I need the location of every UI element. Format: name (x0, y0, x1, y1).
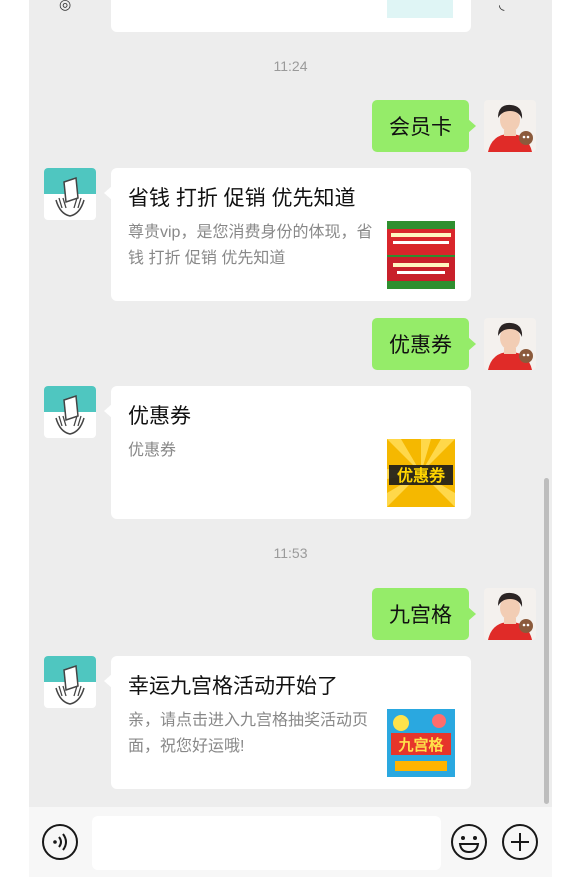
avatar[interactable] (484, 318, 536, 370)
card-description: 尊贵vip，是您消费身份的体现，省钱 打折 促销 优先知道 (128, 224, 373, 267)
avatar[interactable] (44, 168, 96, 220)
card-thumbnail (387, 221, 455, 289)
shop-avatar-icon (44, 656, 96, 708)
strip-icon: ◎ (59, 0, 72, 12)
chat-area[interactable]: ◎ ▯ ▯ ◟ 11:24 会员卡 省钱 打折 促销 (29, 0, 552, 807)
card-title: 省钱 打折 促销 优先知道 (128, 187, 356, 210)
coupon-logo-icon: 优惠券 (387, 439, 455, 507)
previous-card-thumb (387, 0, 453, 18)
avatar[interactable] (484, 100, 536, 152)
sent-bubble[interactable]: 九宫格 (372, 588, 476, 640)
avatar[interactable] (44, 656, 96, 708)
avatar[interactable] (484, 588, 536, 640)
coupon-logo-text: 优惠券 (397, 466, 446, 485)
avatar[interactable] (44, 386, 96, 438)
user-avatar-icon (484, 318, 536, 370)
more-button[interactable] (501, 823, 539, 861)
input-bar (29, 807, 552, 877)
emoji-button[interactable] (450, 823, 488, 861)
card-description: 优惠券 (128, 442, 177, 459)
message-card[interactable]: 优惠券 优惠券 优惠券 (104, 386, 471, 519)
sent-bubble[interactable]: 优惠券 (372, 318, 476, 370)
strip-icon: ◟ (499, 0, 505, 12)
message-input[interactable] (92, 816, 441, 870)
lottery-logo-text: 九宫格 (397, 736, 444, 754)
timestamp: 11:53 (273, 545, 308, 561)
card-title: 幸运九宫格活动开始了 (128, 675, 338, 698)
message-card[interactable]: 幸运九宫格活动开始了 亲，请点击进入九宫格抽奖活动页面，祝您好运哦! 九宫格 (104, 656, 471, 789)
voice-button[interactable] (41, 823, 79, 861)
card-thumbnail: 优惠券 (387, 439, 455, 507)
vip-banner-icon (387, 221, 455, 289)
previous-card[interactable] (111, 0, 471, 32)
sent-bubble[interactable]: 会员卡 (372, 100, 476, 152)
user-avatar-icon (484, 588, 536, 640)
shop-avatar-icon (44, 168, 96, 220)
voice-icon (42, 824, 78, 860)
emoji-icon (451, 824, 487, 860)
card-thumbnail: 九宫格 (387, 709, 455, 777)
timestamp: 11:24 (273, 58, 308, 74)
plus-icon (502, 824, 538, 860)
lottery-grid-icon: 九宫格 (387, 709, 455, 777)
shop-avatar-icon (44, 386, 96, 438)
message-card[interactable]: 省钱 打折 促销 优先知道 尊贵vip，是您消费身份的体现，省钱 打折 促销 优… (104, 168, 471, 301)
scrollbar[interactable] (544, 478, 549, 804)
user-avatar-icon (484, 100, 536, 152)
card-description: 亲，请点击进入九宫格抽奖活动页面，祝您好运哦! (128, 712, 369, 755)
card-title: 优惠券 (128, 405, 191, 428)
